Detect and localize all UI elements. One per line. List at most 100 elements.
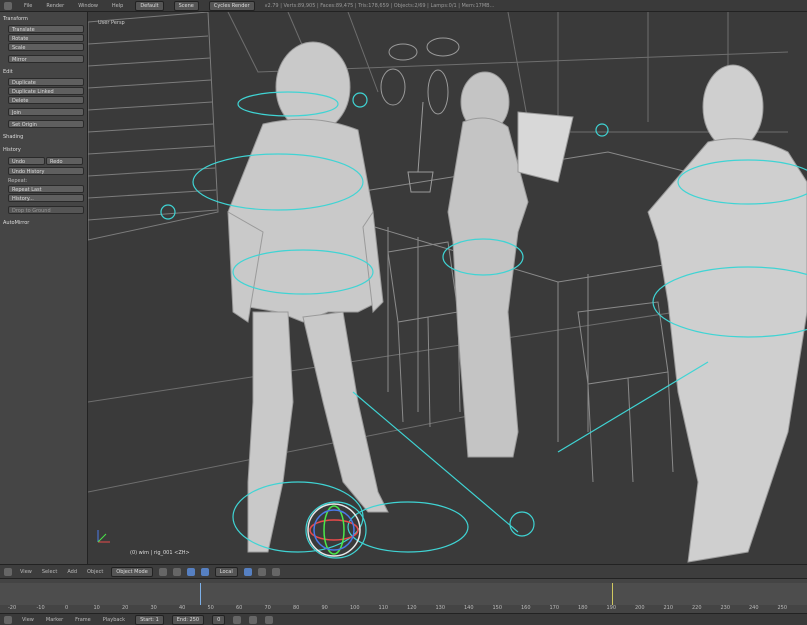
menu-add[interactable]: Add [65, 569, 79, 575]
timeline-track[interactable] [0, 583, 807, 605]
timeline-tick: -10 [36, 605, 45, 611]
figure-woman [447, 71, 574, 458]
timeline-tick: 80 [293, 605, 300, 611]
view3d-editor-icon[interactable] [4, 567, 12, 576]
timeline-tick: 20 [122, 605, 129, 611]
timeline-tick: -20 [8, 605, 17, 611]
timeline-tick: 190 [606, 605, 617, 611]
menu-object[interactable]: Object [85, 569, 105, 575]
start-frame-value: 1 [155, 616, 159, 623]
repeat-last-button[interactable]: Repeat Last [8, 185, 84, 193]
repeat-label: Repeat: [8, 178, 28, 184]
timeline-tick: 210 [663, 605, 674, 611]
rotate-gizmo [307, 503, 361, 557]
play-icon[interactable] [249, 615, 258, 624]
menu-view[interactable]: View [18, 569, 34, 575]
timeline-tick: 140 [464, 605, 474, 611]
tool-shelf: Transform Translate Rotate Scale Mirror … [0, 12, 88, 564]
menu-view-timeline[interactable]: View [20, 617, 36, 623]
timeline-tick: 130 [435, 605, 446, 611]
panel-automirror-header[interactable]: AutoMirror [3, 219, 84, 227]
panel-history-header[interactable]: History [3, 146, 84, 154]
viewport-header: View Select Add Object Object Mode Local [0, 564, 807, 578]
menu-window[interactable]: Window [76, 3, 100, 9]
timeline-tick: 120 [407, 605, 417, 611]
render-engine-select[interactable]: Cycles Render [208, 0, 255, 11]
panel-edit-header[interactable]: Edit [3, 68, 84, 76]
timeline-tick: 10 [93, 605, 100, 611]
figure-man-right [647, 64, 807, 563]
start-frame-field[interactable]: Start: 1 [135, 614, 164, 625]
timeline-tick: 50 [207, 605, 214, 611]
current-frame-line[interactable] [200, 583, 201, 605]
translate-button[interactable]: Translate [8, 25, 84, 33]
timeline-tick: 180 [578, 605, 588, 611]
timeline-tick: 250 [777, 605, 788, 611]
scene-select[interactable]: Scene [173, 0, 199, 11]
editor-type-icon[interactable] [4, 1, 12, 10]
mode-select[interactable]: Object Mode [111, 566, 153, 577]
drop-to-ground-button[interactable]: Drop to Ground [8, 206, 84, 214]
timeline[interactable]: -20 -10 0 10 20 30 40 50 60 70 80 90 100 110 120 130 140… [0, 578, 807, 614]
timeline-tick: 170 [549, 605, 560, 611]
join-button[interactable]: Join [8, 108, 84, 116]
set-origin-dropdown[interactable]: Set Origin [8, 120, 84, 128]
orientation-select[interactable]: Local [214, 566, 238, 577]
timeline-editor-icon[interactable] [4, 615, 12, 624]
end-frame-value: 250 [189, 616, 200, 623]
timeline-tick: 100 [350, 605, 360, 611]
start-frame-label: Start: [140, 616, 154, 623]
timeline-tick: 150 [492, 605, 503, 611]
timeline-header: View Marker Frame Playback Start: 1 End:… [0, 613, 807, 625]
end-frame-field[interactable]: End: 250 [171, 614, 205, 625]
play-reverse-icon[interactable] [233, 615, 242, 624]
timeline-tick: 60 [236, 605, 243, 611]
rotate-manipulator-icon[interactable] [200, 567, 209, 576]
duplicate-button[interactable]: Duplicate [8, 78, 84, 86]
timeline-tick: 160 [521, 605, 531, 611]
layer-icon[interactable] [243, 567, 252, 576]
wireframe-chair [387, 241, 674, 483]
menu-file[interactable]: File [22, 3, 34, 9]
repeat-history-button[interactable]: History... [8, 194, 84, 202]
undo-button[interactable]: Undo [8, 157, 45, 165]
screen-layout-select[interactable]: Default [135, 0, 164, 11]
rotate-button[interactable]: Rotate [8, 34, 84, 42]
timeline-tick: 90 [321, 605, 328, 611]
scale-button[interactable]: Scale [8, 43, 84, 51]
timeline-tick: 70 [264, 605, 271, 611]
timeline-tick: 40 [179, 605, 186, 611]
jump-end-icon[interactable] [265, 615, 274, 624]
current-frame-field[interactable]: 0 [212, 614, 226, 625]
menu-select[interactable]: Select [40, 569, 59, 575]
render-preview-icon[interactable] [271, 567, 280, 576]
timeline-tick: 0 [65, 605, 69, 611]
menu-frame[interactable]: Frame [73, 617, 93, 623]
menu-marker[interactable]: Marker [44, 617, 65, 623]
duplicate-linked-button[interactable]: Duplicate Linked [8, 87, 84, 95]
snap-icon[interactable] [257, 567, 266, 576]
axis-widget [97, 530, 110, 543]
info-header: File Render Window Help Default Scene Cy… [0, 0, 807, 12]
timeline-tick: 200 [635, 605, 645, 611]
menu-help[interactable]: Help [110, 3, 125, 9]
mirror-button[interactable]: Mirror [8, 55, 84, 63]
viewport-scene [88, 12, 807, 563]
undo-history-button[interactable]: Undo History [8, 167, 84, 175]
panel-transform-header[interactable]: Transform [3, 15, 84, 23]
timeline-tick: 230 [720, 605, 731, 611]
menu-playback[interactable]: Playback [101, 617, 127, 623]
timeline-tick: 30 [150, 605, 157, 611]
redo-button[interactable]: Redo [46, 157, 83, 165]
translate-manipulator-icon[interactable] [186, 567, 195, 576]
menu-render[interactable]: Render [44, 3, 66, 9]
timeline-tick: 240 [749, 605, 759, 611]
panel-shading-header[interactable]: Shading [3, 133, 84, 141]
pivot-icon[interactable] [172, 567, 181, 576]
figure-man-left [227, 41, 389, 553]
delete-button[interactable]: Delete [8, 96, 84, 104]
shading-icon[interactable] [158, 567, 167, 576]
3d-viewport[interactable]: User Persp (0) wim | rig_001 <ZH> [88, 12, 807, 564]
timeline-tick: 220 [692, 605, 702, 611]
viewport-object-info: (0) wim | rig_001 <ZH> [130, 550, 190, 556]
